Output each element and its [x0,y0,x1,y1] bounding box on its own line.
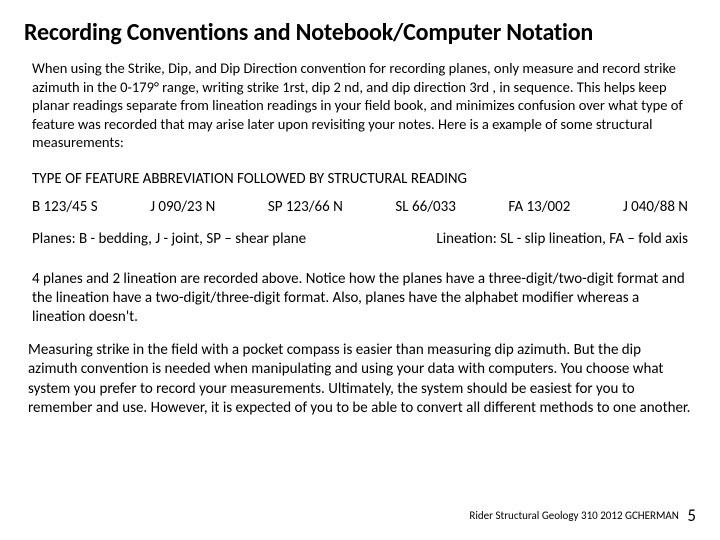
slide-page: Recording Conventions and Notebook/Compu… [0,0,720,540]
page-number: 5 [687,505,696,526]
example-reading: SP 123/66 N [268,198,343,216]
footer-credit: Rider Structural Geology 310 2012 GCHERM… [469,509,678,522]
closing-paragraph: Measuring strike in the field with a poc… [28,341,692,418]
example-reading: SL 66/033 [395,198,455,216]
page-title: Recording Conventions and Notebook/Compu… [24,18,696,47]
example-reading: FA 13/002 [508,198,570,216]
example-reading: J 040/88 N [623,198,688,216]
legend-planes: Planes: B - bedding, J - joint, SP – she… [32,230,306,248]
legend-lineation: Lineation: SL - slip lineation, FA – fol… [436,230,688,248]
format-paragraph: 4 planes and 2 lineation are recorded ab… [32,270,688,328]
intro-paragraph: When using the Strike, Dip, and Dip Dire… [32,59,688,152]
examples-row: B 123/45 S J 090/23 N SP 123/66 N SL 66/… [32,198,688,216]
example-reading: B 123/45 S [32,198,98,216]
footer: Rider Structural Geology 310 2012 GCHERM… [469,505,696,526]
examples-heading: TYPE OF FEATURE ABBREVIATION FOLLOWED BY… [32,170,688,188]
legend-row: Planes: B - bedding, J - joint, SP – she… [32,230,688,248]
example-reading: J 090/23 N [150,198,215,216]
